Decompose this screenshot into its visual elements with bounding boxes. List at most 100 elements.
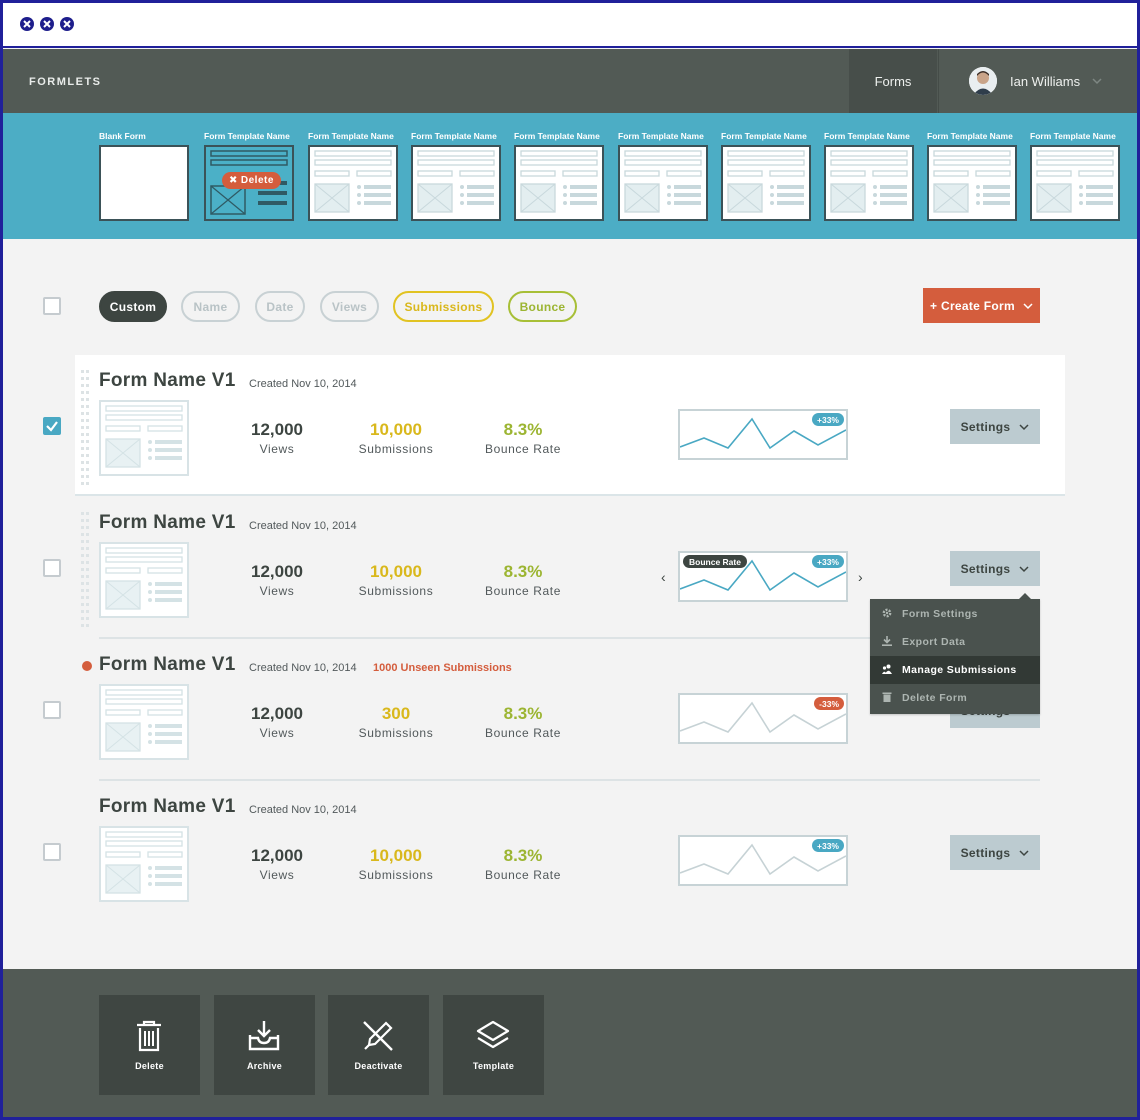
filter-bounce[interactable]: Bounce xyxy=(508,291,577,322)
views-stat: 12,000 Views xyxy=(235,562,319,598)
template-card-selected[interactable]: ✖ Delete xyxy=(204,145,294,221)
template-item[interactable]: Form Template Name xyxy=(308,131,398,221)
user-name: Ian Williams xyxy=(1010,73,1081,89)
create-form-label: + Create Form xyxy=(930,298,1015,313)
template-card[interactable] xyxy=(514,145,604,221)
submissions-stat: 300 Submissions xyxy=(346,704,446,740)
trend-change-badge: +33% xyxy=(812,555,844,568)
row-checkbox[interactable] xyxy=(43,701,61,719)
row-checkbox[interactable] xyxy=(43,417,61,435)
window-minimize-icon[interactable] xyxy=(40,17,54,31)
form-created-date: Created Nov 10, 2014 xyxy=(249,662,357,674)
trend-sparkline[interactable]: +33% xyxy=(678,835,848,886)
template-item[interactable]: Form Template Name xyxy=(618,131,708,221)
menu-form-settings[interactable]: Form Settings xyxy=(870,600,1040,628)
form-thumbnail[interactable] xyxy=(99,400,189,476)
template-card[interactable] xyxy=(721,145,811,221)
template-blank[interactable]: Blank Form xyxy=(99,131,189,221)
unseen-submissions-link[interactable]: 1000 Unseen Submissions xyxy=(373,662,512,674)
settings-dropdown: Form Settings Export Data Manage Submiss… xyxy=(870,599,1040,714)
deactivate-action-button[interactable]: Deactivate xyxy=(328,995,429,1095)
filter-submissions[interactable]: Submissions xyxy=(393,291,494,322)
archive-action-button[interactable]: Archive xyxy=(214,995,315,1095)
form-thumbnail[interactable] xyxy=(99,684,189,760)
gear-icon xyxy=(882,608,892,621)
template-item[interactable]: Form Template Name xyxy=(411,131,501,221)
chevron-down-icon xyxy=(1092,72,1102,90)
chevron-down-icon xyxy=(1019,846,1029,860)
bounce-value: 8.3% xyxy=(503,704,543,723)
menu-delete-form[interactable]: Delete Form xyxy=(870,684,1040,712)
row-checkbox[interactable] xyxy=(43,559,61,577)
menu-export-data[interactable]: Export Data xyxy=(870,628,1040,656)
chevron-right-icon[interactable]: › xyxy=(858,569,863,585)
window-maximize-icon[interactable] xyxy=(60,17,74,31)
filter-date[interactable]: Date xyxy=(255,291,305,322)
settings-label: Settings xyxy=(960,419,1011,434)
menu-manage-submissions[interactable]: Manage Submissions xyxy=(870,656,1040,684)
trend-change-badge: -33% xyxy=(814,697,844,710)
submissions-label: Submissions xyxy=(358,442,434,456)
template-card[interactable] xyxy=(618,145,708,221)
settings-label: Settings xyxy=(960,845,1011,860)
template-item[interactable]: Form Template Name xyxy=(514,131,604,221)
action-label: Delete xyxy=(135,1061,164,1071)
menu-label: Form Settings xyxy=(902,608,978,620)
template-card[interactable] xyxy=(927,145,1017,221)
submissions-stat: 10,000 Submissions xyxy=(346,846,446,882)
select-all-checkbox[interactable] xyxy=(43,297,61,315)
bounce-stat: 8.3% Bounce Rate xyxy=(473,846,573,882)
views-value: 12,000 xyxy=(251,846,303,865)
template-label: Form Template Name xyxy=(824,131,910,141)
settings-button[interactable]: Settings xyxy=(950,409,1040,444)
user-menu[interactable]: Ian Williams xyxy=(938,49,1137,113)
trend-sparkline[interactable]: +33% Bounce Rate xyxy=(678,551,848,602)
nav-forms[interactable]: Forms xyxy=(849,49,937,113)
bounce-label: Bounce Rate xyxy=(485,868,561,882)
template-delete-button[interactable]: ✖ Delete xyxy=(222,172,281,189)
submissions-value: 10,000 xyxy=(370,420,422,439)
trash-icon xyxy=(882,692,892,705)
form-name[interactable]: Form Name V1 xyxy=(99,654,236,676)
submissions-value: 300 xyxy=(381,704,411,723)
drag-handle[interactable] xyxy=(81,370,89,490)
template-action-button[interactable]: Template xyxy=(443,995,544,1095)
filter-views[interactable]: Views xyxy=(320,291,379,322)
bounce-label: Bounce Rate xyxy=(485,442,561,456)
template-item[interactable]: Form Template Name xyxy=(927,131,1017,221)
form-name[interactable]: Form Name V1 xyxy=(99,796,236,818)
form-thumbnail[interactable] xyxy=(99,542,189,618)
drag-handle[interactable] xyxy=(81,512,89,632)
filter-name[interactable]: Name xyxy=(181,291,240,322)
create-form-button[interactable]: + Create Form xyxy=(923,288,1040,323)
row-checkbox[interactable] xyxy=(43,843,61,861)
trend-sparkline[interactable]: +33% xyxy=(678,409,848,460)
submissions-value: 10,000 xyxy=(370,562,422,581)
window-close-icon[interactable] xyxy=(20,17,34,31)
bounce-value: 8.3% xyxy=(503,846,543,865)
template-card[interactable] xyxy=(411,145,501,221)
template-card[interactable] xyxy=(308,145,398,221)
chevron-down-icon xyxy=(1019,420,1029,434)
form-name[interactable]: Form Name V1 xyxy=(99,512,236,534)
views-stat: 12,000 Views xyxy=(235,846,319,882)
template-card[interactable] xyxy=(824,145,914,221)
settings-button[interactable]: Settings xyxy=(950,551,1040,586)
delete-action-button[interactable]: Delete xyxy=(99,995,200,1095)
template-item[interactable]: Form Template Name ✖ Delete xyxy=(204,131,294,221)
submissions-stat: 10,000 Submissions xyxy=(346,562,446,598)
filter-custom[interactable]: Custom xyxy=(99,291,167,322)
bounce-stat: 8.3% Bounce Rate xyxy=(473,562,573,598)
template-item[interactable]: Form Template Name xyxy=(1030,131,1120,221)
template-item[interactable]: Form Template Name xyxy=(824,131,914,221)
views-value: 12,000 xyxy=(251,562,303,581)
form-thumbnail[interactable] xyxy=(99,826,189,902)
template-item[interactable]: Form Template Name xyxy=(721,131,811,221)
settings-button[interactable]: Settings xyxy=(950,835,1040,870)
form-name[interactable]: Form Name V1 xyxy=(99,370,236,392)
trend-sparkline[interactable]: -33% xyxy=(678,693,848,744)
chevron-left-icon[interactable]: ‹ xyxy=(661,569,666,585)
template-card[interactable] xyxy=(1030,145,1120,221)
brand-logo[interactable]: FORMLETS xyxy=(29,76,102,88)
template-card[interactable] xyxy=(99,145,189,221)
